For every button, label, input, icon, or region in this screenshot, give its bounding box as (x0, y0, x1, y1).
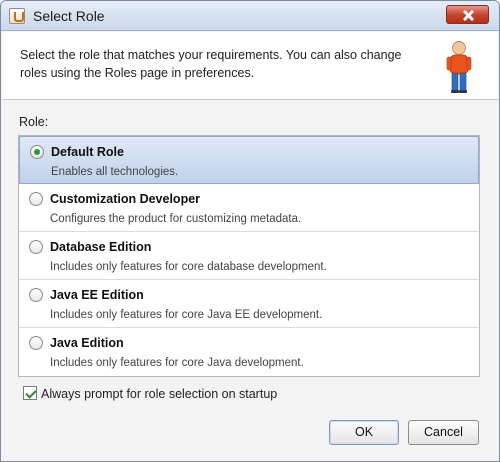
java-app-icon (9, 8, 25, 24)
role-label: Role: (19, 115, 49, 129)
role-title: Database Edition (50, 240, 152, 254)
role-title: Java EE Edition (50, 288, 144, 302)
role-title: Customization Developer (50, 192, 201, 206)
startup-prompt-checkbox[interactable] (23, 386, 37, 400)
role-radio[interactable] (30, 145, 44, 159)
role-description: Configures the product for customizing m… (50, 213, 302, 225)
person-icon (446, 41, 472, 93)
role-option-customization-developer[interactable]: Customization Developer Configures the p… (19, 184, 479, 232)
role-radio[interactable] (29, 240, 43, 254)
startup-prompt-label[interactable]: Always prompt for role selection on star… (41, 387, 277, 401)
header-description: Select the role that matches your requir… (20, 48, 402, 80)
role-option-database-edition[interactable]: Database Edition Includes only features … (19, 232, 479, 280)
select-role-dialog: Select Role Select the role that matches… (0, 0, 500, 462)
window-title: Select Role (33, 8, 105, 24)
role-list: Default Role Enables all technologies. C… (18, 135, 480, 377)
cancel-button[interactable]: Cancel (408, 420, 479, 445)
role-description: Includes only features for core Java EE … (50, 309, 323, 321)
role-option-java-ee-edition[interactable]: Java EE Edition Includes only features f… (19, 280, 479, 328)
role-radio[interactable] (29, 192, 43, 206)
role-radio[interactable] (29, 336, 43, 350)
role-description: Includes only features for core database… (50, 261, 327, 273)
header-panel: Select the role that matches your requir… (2, 32, 498, 100)
role-description: Includes only features for core Java dev… (50, 357, 304, 369)
close-button[interactable] (446, 5, 489, 24)
role-radio[interactable] (29, 288, 43, 302)
role-title: Java Edition (50, 336, 124, 350)
role-title: Default Role (51, 145, 124, 159)
role-description: Enables all technologies. (51, 166, 179, 178)
title-bar[interactable]: Select Role (1, 1, 499, 31)
role-option-java-edition[interactable]: Java Edition Includes only features for … (19, 328, 479, 376)
ok-button[interactable]: OK (329, 420, 399, 445)
role-option-default[interactable]: Default Role Enables all technologies. (19, 136, 479, 184)
